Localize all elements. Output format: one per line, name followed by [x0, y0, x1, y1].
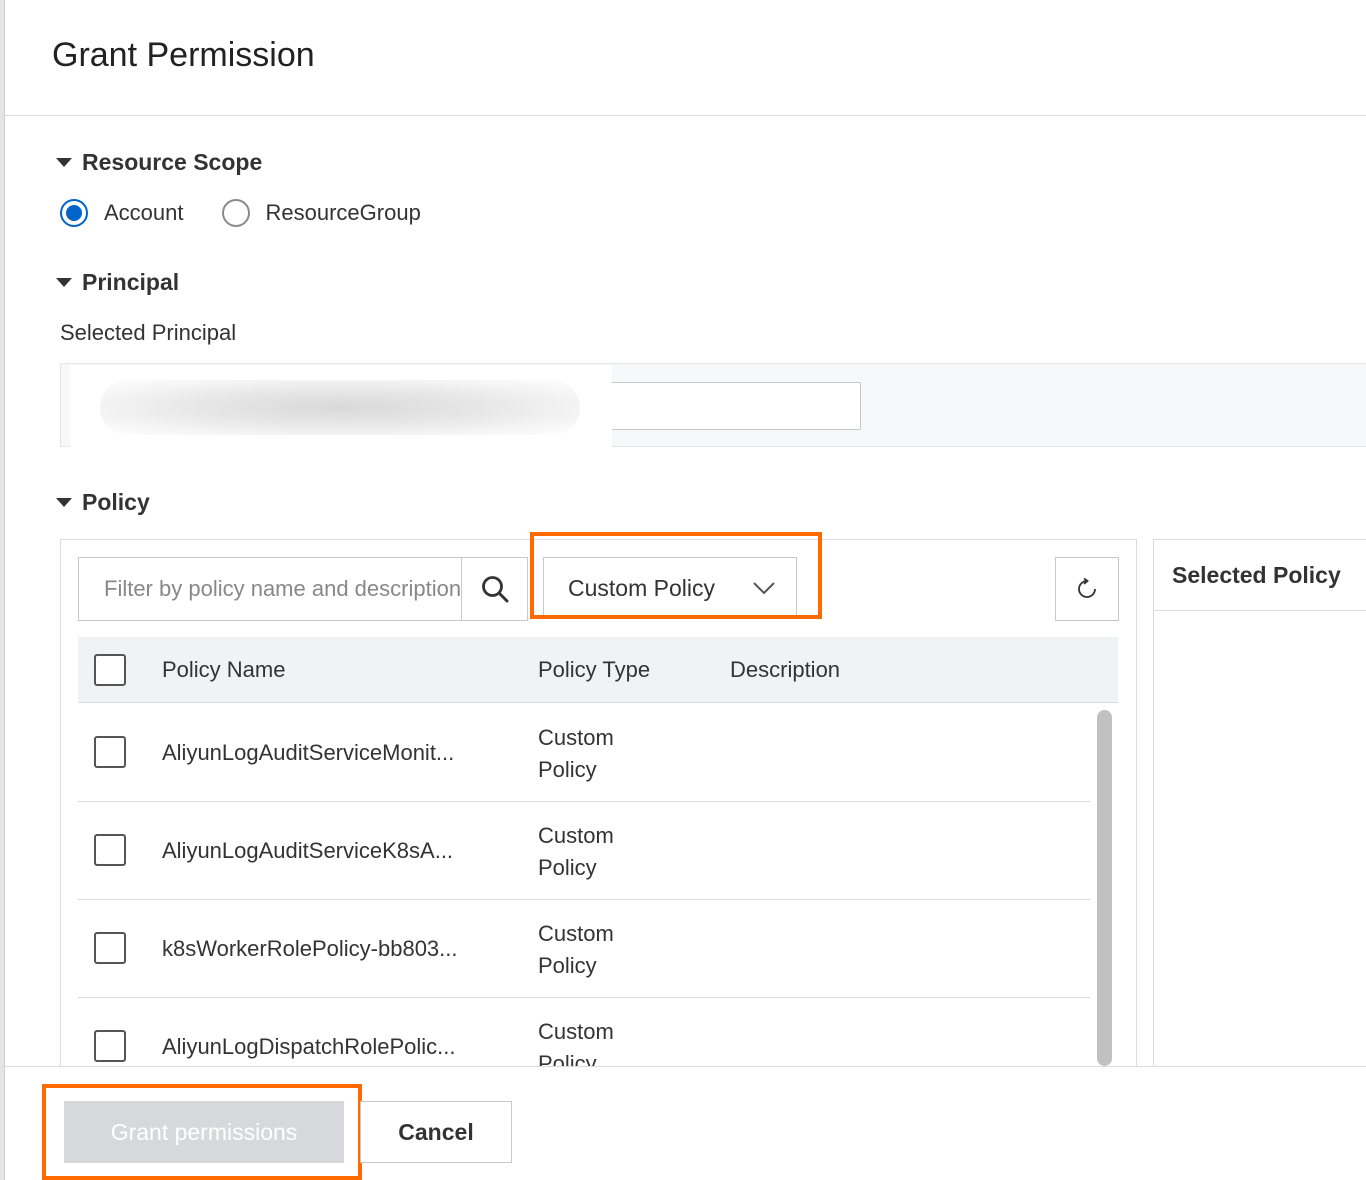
selected-principal-label: Selected Principal	[60, 320, 237, 345]
caret-down-icon	[56, 498, 72, 507]
refresh-button[interactable]	[1055, 557, 1119, 621]
table-row[interactable]: AliyunLogAuditServiceMonit... Custom Poli…	[78, 704, 1090, 802]
row-checkbox[interactable]	[94, 736, 126, 768]
redacted-principal-blur	[100, 380, 580, 435]
policy-type-cell: Custom Policy	[538, 820, 658, 884]
policy-type-cell: Custom Policy	[538, 918, 658, 982]
selected-policy-title: Selected Policy	[1172, 562, 1341, 588]
select-all-checkbox[interactable]	[94, 654, 126, 686]
column-policy-type: Policy Type	[538, 657, 651, 682]
policy-name-cell: k8sWorkerRolePolicy-bb803...	[162, 936, 458, 961]
table-row[interactable]: k8sWorkerRolePolicy-bb803... Custom Polic…	[78, 900, 1090, 998]
policy-toggle[interactable]: Policy	[56, 489, 150, 516]
policy-type-line: Policy	[538, 855, 597, 880]
radio-resourcegroup[interactable]: ResourceGroup	[221, 199, 421, 227]
cancel-button[interactable]: Cancel	[360, 1101, 512, 1163]
column-description: Description	[730, 657, 841, 682]
selected-policy-panel: Selected Policy	[1153, 539, 1366, 1099]
table-row[interactable]: AliyunLogDispatchRolePolic... Custom Poli…	[78, 998, 1090, 1066]
principal-input[interactable]	[611, 382, 861, 430]
policy-type-line: Custom	[538, 1019, 614, 1044]
policy-heading: Policy	[82, 489, 150, 515]
caret-down-icon	[56, 158, 72, 167]
policy-search-box	[78, 557, 528, 621]
search-icon	[481, 576, 508, 603]
selected-policy-divider	[1154, 610, 1366, 611]
principal-toggle[interactable]: Principal	[56, 269, 179, 296]
annotation-highlight-grant-button	[42, 1084, 362, 1180]
policy-name-cell: AliyunLogAuditServiceMonit...	[162, 740, 455, 765]
row-checkbox[interactable]	[94, 834, 126, 866]
search-button[interactable]	[461, 558, 527, 620]
row-checkbox[interactable]	[94, 932, 126, 964]
policy-name-cell: AliyunLogAuditServiceK8sA...	[162, 838, 454, 863]
policy-type-line: Custom	[538, 725, 614, 750]
policy-name-cell: AliyunLogDispatchRolePolic...	[162, 1034, 456, 1059]
dialog-title: Grant Permission	[52, 36, 315, 74]
refresh-icon	[1078, 578, 1096, 598]
policy-type-line: Custom	[538, 921, 614, 946]
row-checkbox[interactable]	[94, 1030, 126, 1062]
policy-table-body: AliyunLogAuditServiceMonit... Custom Poli…	[78, 704, 1090, 1066]
radio-account[interactable]: Account	[60, 199, 184, 227]
policy-type-cell: Custom Policy	[538, 722, 658, 786]
policy-type-line: Policy	[538, 757, 597, 782]
resource-scope-radio-group: Account ResourceGroup	[60, 199, 459, 227]
principal-heading: Principal	[82, 269, 180, 295]
header-divider	[5, 115, 1366, 116]
resource-scope-toggle[interactable]: Resource Scope	[56, 149, 262, 176]
policy-type-line: Policy	[538, 1051, 597, 1066]
policy-search-input[interactable]	[79, 558, 461, 620]
radio-resourcegroup-label: ResourceGroup	[265, 200, 421, 225]
caret-down-icon	[56, 278, 72, 287]
radio-account-label: Account	[104, 200, 184, 225]
table-scrollbar-thumb[interactable]	[1097, 710, 1112, 1066]
resource-scope-heading: Resource Scope	[82, 149, 263, 175]
annotation-highlight-policy-type	[530, 532, 822, 619]
background-window-edge	[0, 0, 5, 1180]
policy-type-cell: Custom Policy	[538, 1016, 658, 1066]
radio-button-checked[interactable]	[60, 199, 88, 227]
column-policy-name: Policy Name	[162, 657, 286, 682]
radio-button-unchecked[interactable]	[221, 199, 250, 227]
policy-type-line: Policy	[538, 953, 597, 978]
policy-type-line: Custom	[538, 823, 614, 848]
radio-dot	[66, 205, 82, 221]
table-row[interactable]: AliyunLogAuditServiceK8sA... Custom Polic…	[78, 802, 1090, 900]
policy-table-header: Policy Name Policy Type Description	[78, 637, 1118, 703]
